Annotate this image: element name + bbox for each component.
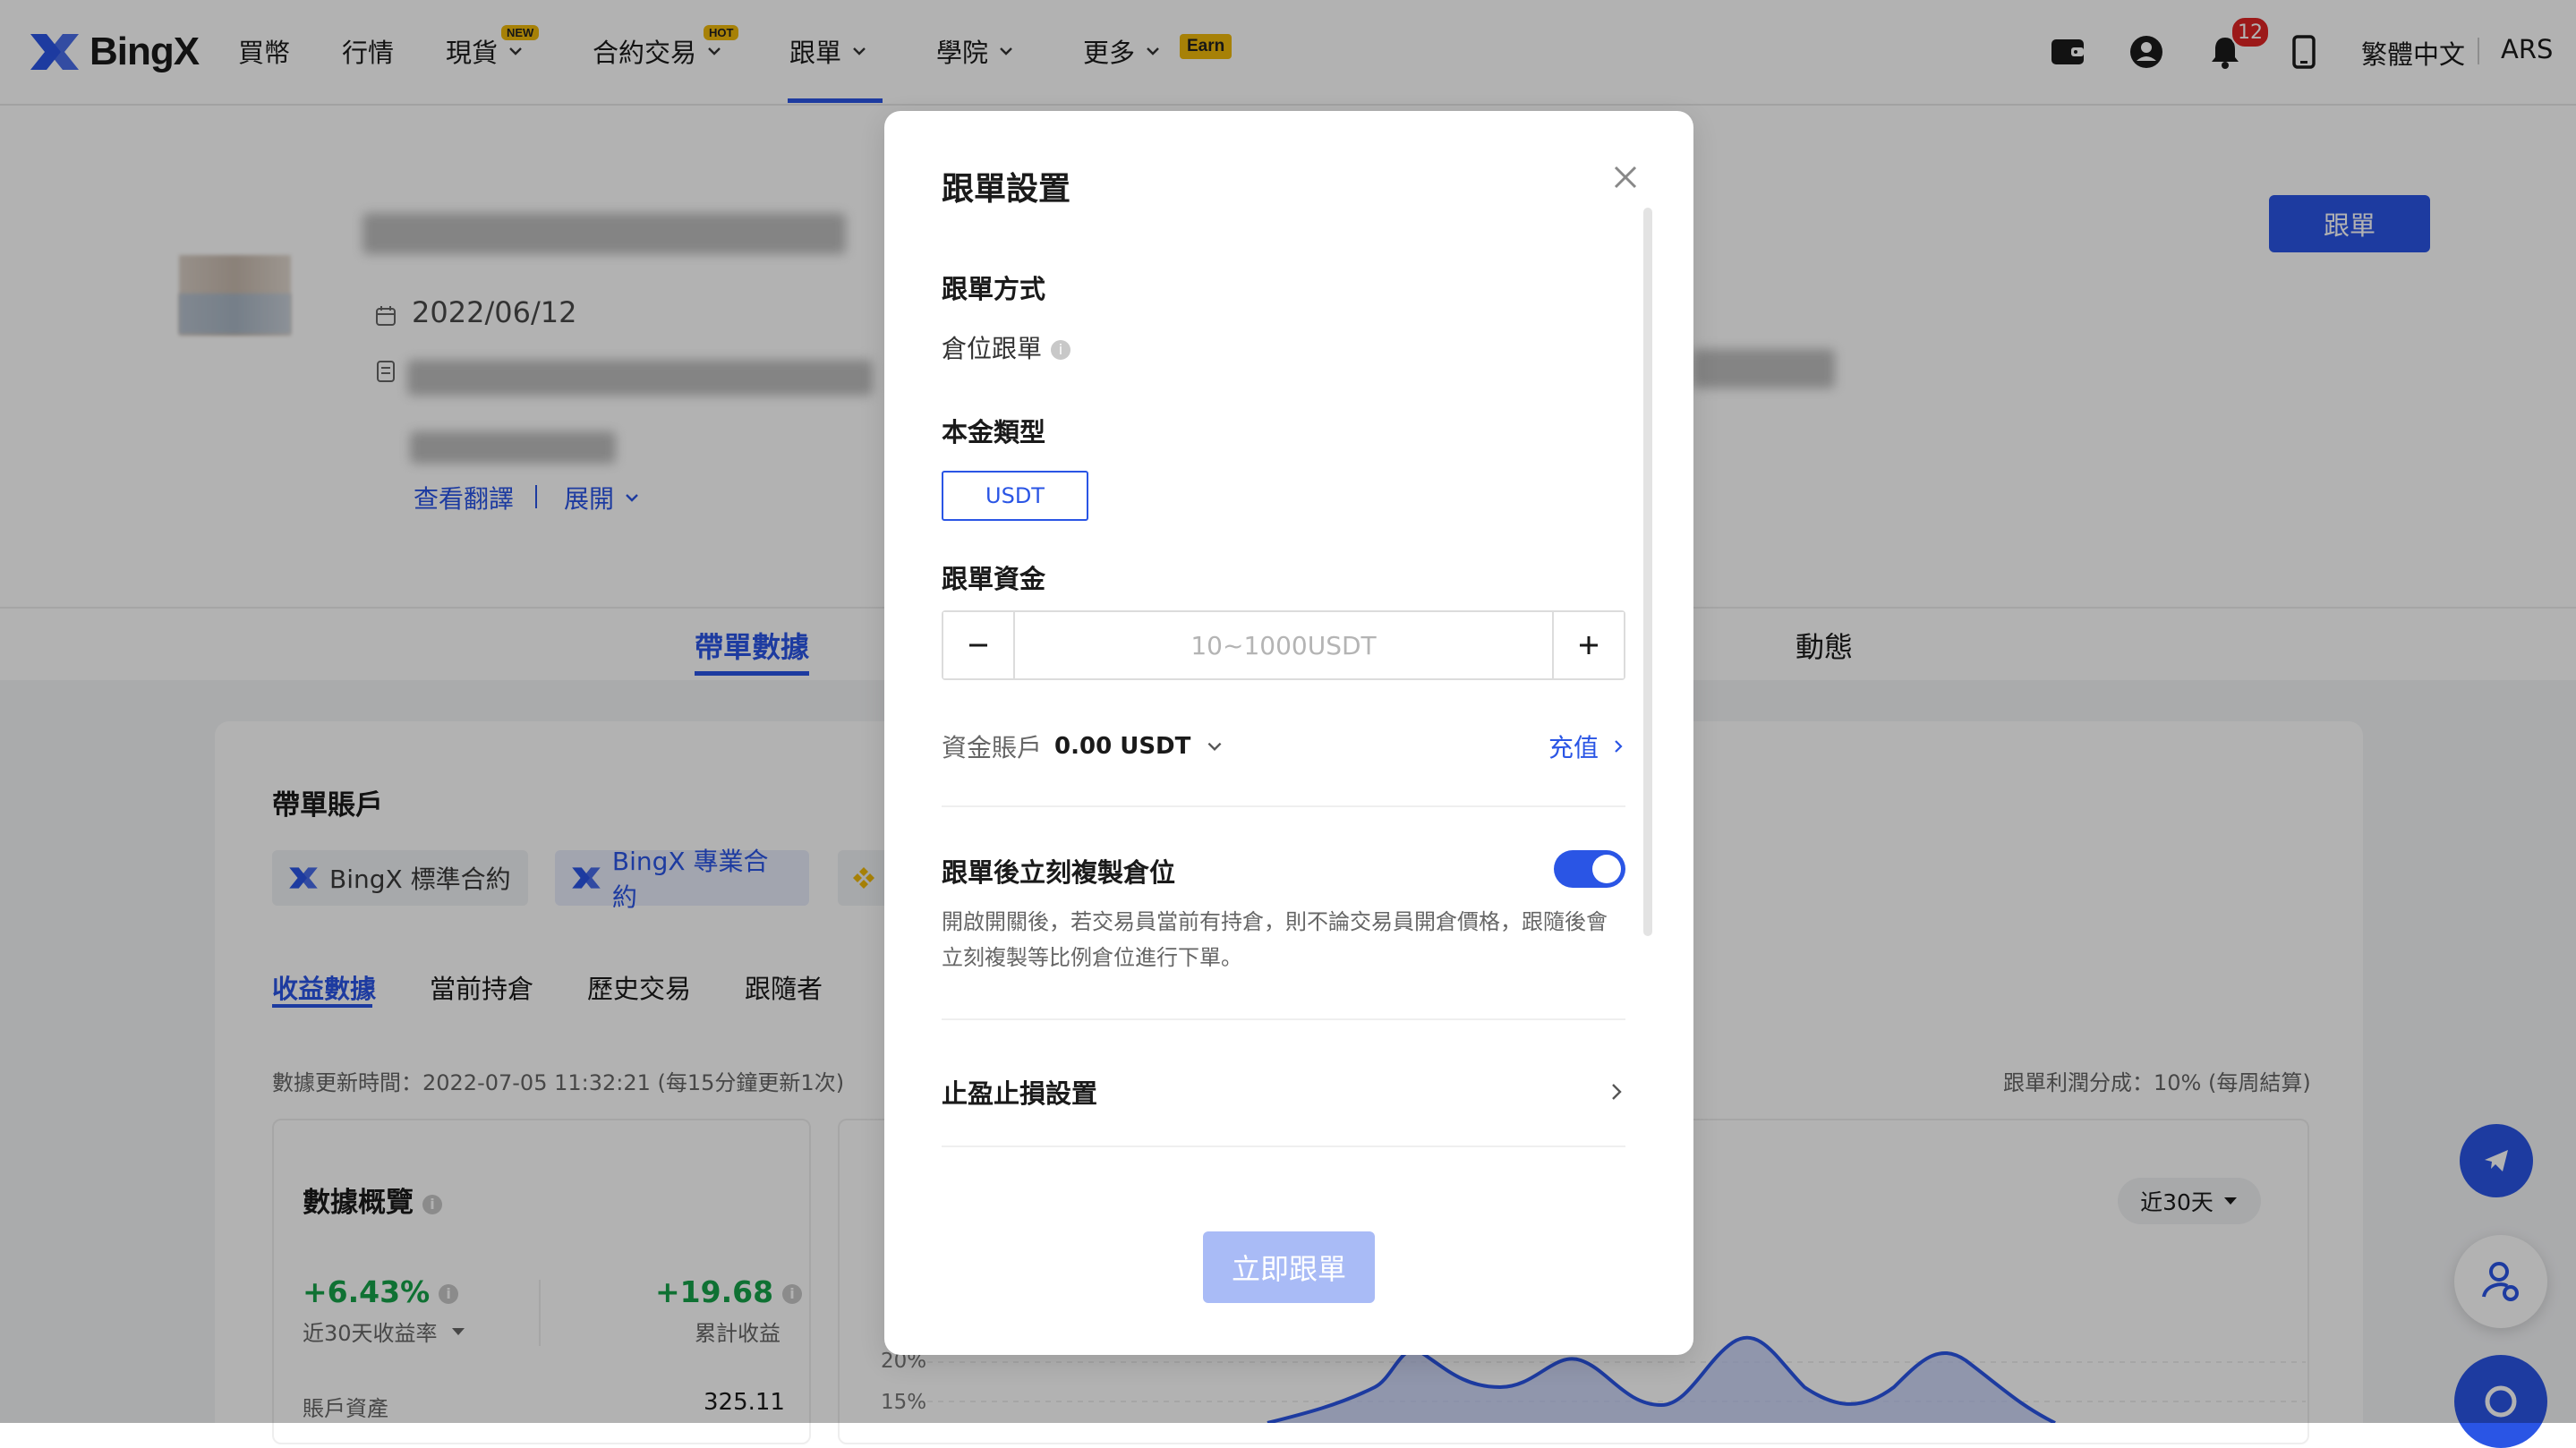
minus-icon	[969, 643, 987, 647]
close-icon[interactable]	[1608, 159, 1643, 195]
funding-account-label: 資金賬戶	[942, 733, 1043, 762]
copy-position-toggle[interactable]	[1554, 850, 1625, 888]
decrement-button[interactable]	[943, 612, 1013, 678]
copy-trade-settings-modal: 跟單設置 跟單方式 倉位跟單 i 本金類型 USDT 跟單資金 資金賬戶 0.00…	[884, 111, 1693, 1355]
plus-icon	[1580, 636, 1598, 654]
principal-option-usdt[interactable]: USDT	[942, 471, 1088, 521]
copy-position-toggle-label: 跟單後立刻複製倉位	[942, 857, 1176, 888]
modal-scrollbar[interactable]	[1643, 208, 1652, 936]
section-divider	[942, 1018, 1625, 1020]
info-icon[interactable]: i	[1051, 340, 1071, 360]
chevron-down-icon[interactable]	[1205, 737, 1224, 756]
modal-title: 跟單設置	[942, 171, 1071, 208]
tp-sl-settings-row[interactable]: 止盈止損設置	[942, 1067, 1625, 1117]
chevron-right-icon	[1612, 1084, 1622, 1100]
copy-funds-stepper	[942, 610, 1625, 680]
tp-sl-label: 止盈止損設置	[942, 1078, 1098, 1109]
toggle-knob	[1592, 855, 1621, 883]
increment-button[interactable]	[1554, 612, 1624, 678]
principal-type-label: 本金類型	[942, 417, 1046, 447]
copy-funds-input[interactable]	[1013, 612, 1554, 678]
funding-account-balance[interactable]: 0.00 USDT	[1054, 733, 1190, 760]
copy-position-description: 開啟開關後，若交易員當前有持倉，則不論交易員開倉價格，跟隨後會立刻複製等比例倉位…	[942, 909, 1608, 970]
copy-funds-label: 跟單資金	[942, 564, 1046, 594]
follow-now-button[interactable]: 立即跟單	[1203, 1231, 1375, 1303]
copy-mode-label: 跟單方式	[942, 274, 1046, 304]
section-divider	[942, 1146, 1625, 1147]
copy-mode-text: 倉位跟單	[942, 334, 1043, 363]
chevron-right-icon[interactable]	[1611, 737, 1625, 755]
deposit-link[interactable]: 充值	[1548, 728, 1599, 764]
funding-account-row: 資金賬戶 0.00 USDT 充值	[942, 725, 1625, 768]
copy-mode-value: 倉位跟單 i	[942, 329, 1071, 365]
section-divider	[942, 805, 1625, 807]
